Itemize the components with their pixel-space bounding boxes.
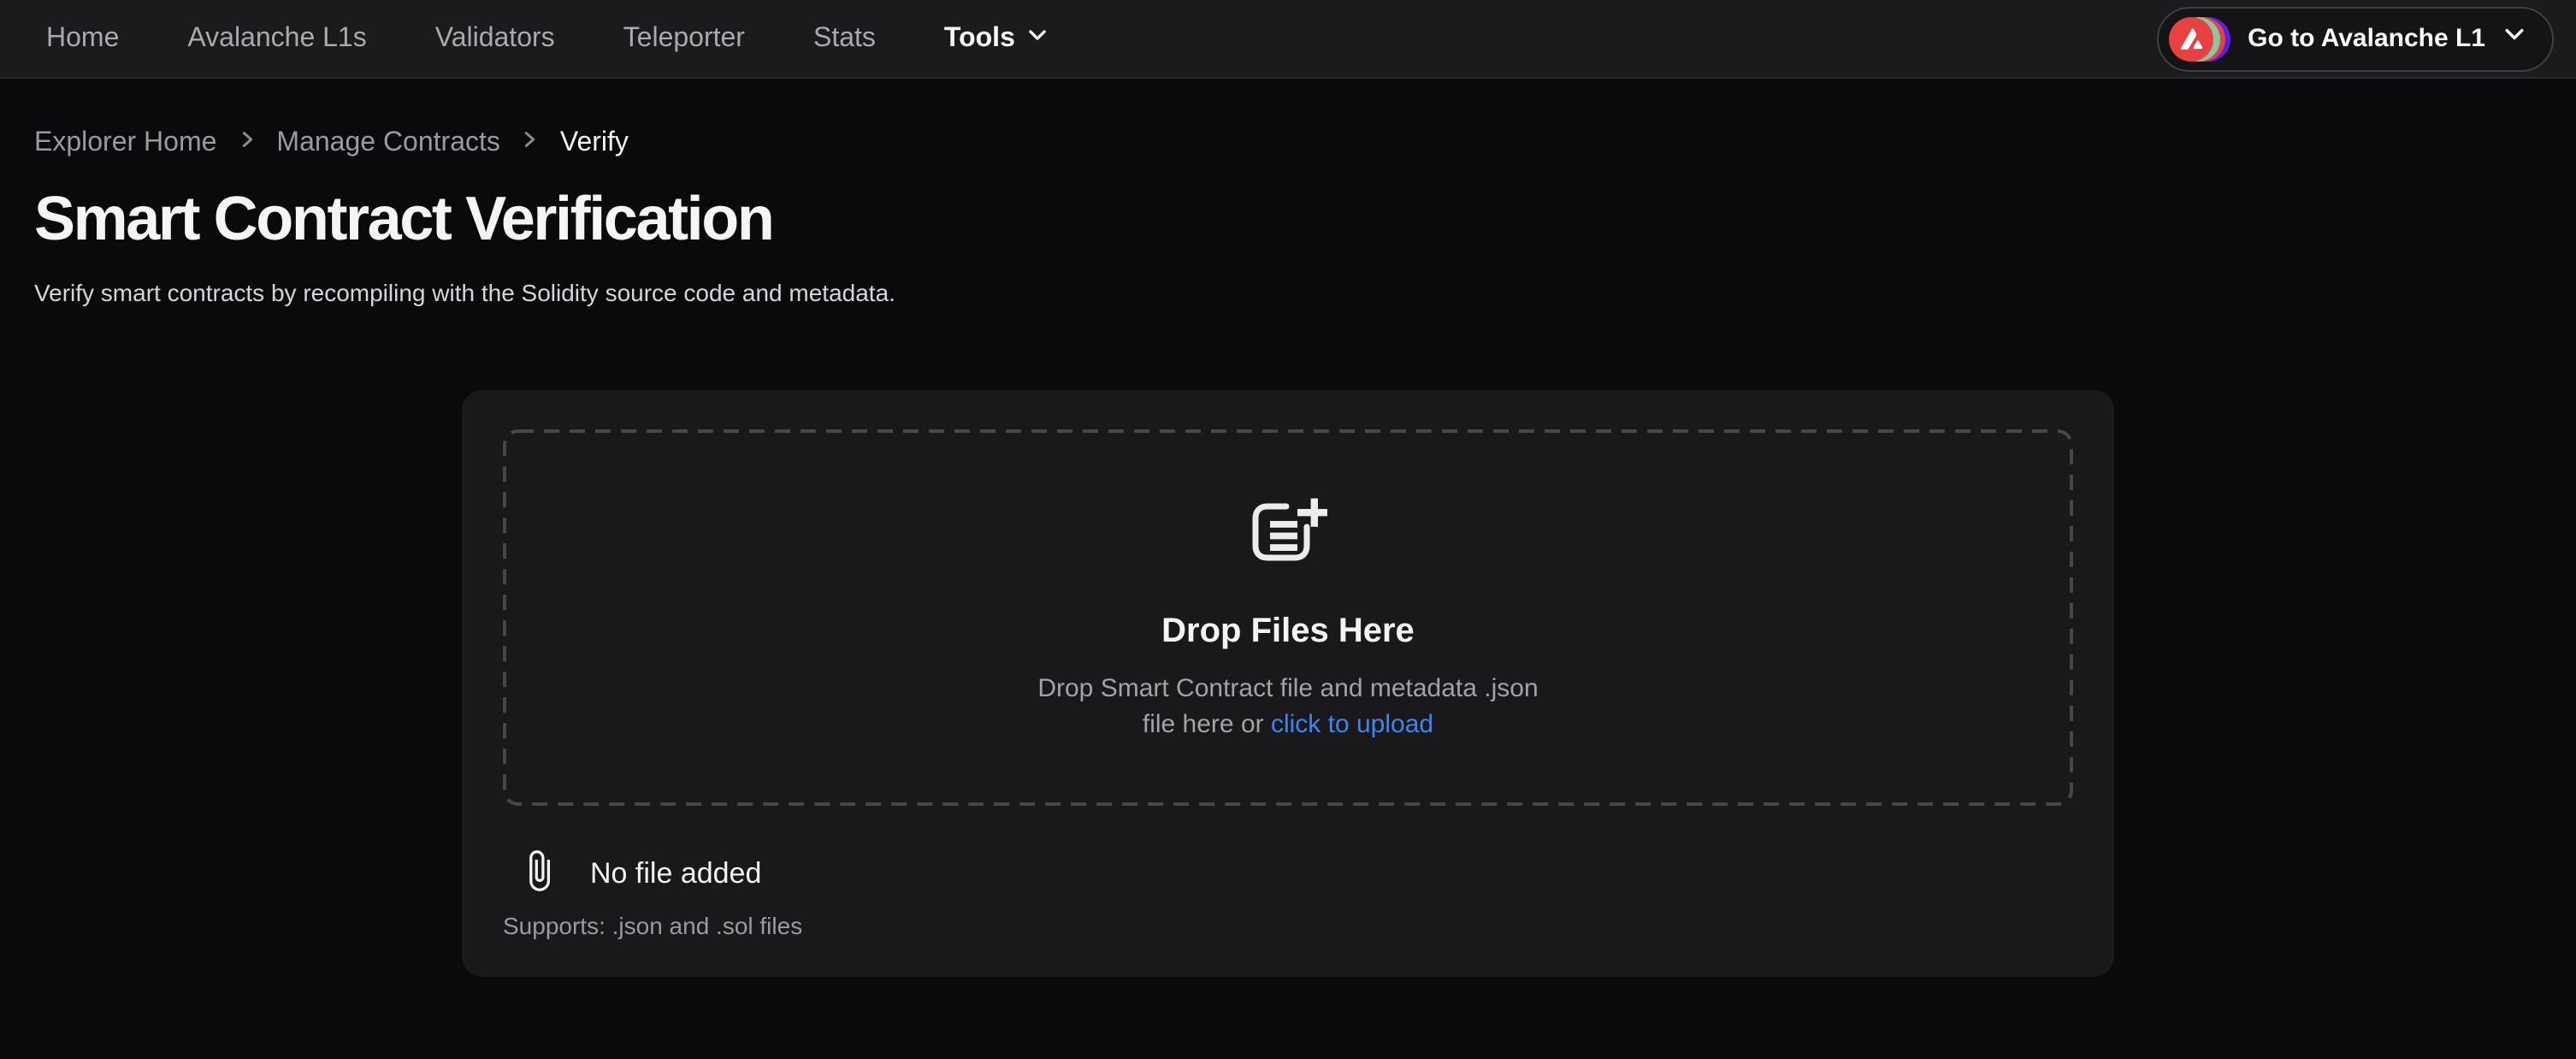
page: Home Avalanche L1s Validators Teleporter… bbox=[0, 0, 2576, 1059]
page-header: Explorer Home Manage Contracts Verify Sm… bbox=[0, 128, 2576, 310]
chevron-down-icon bbox=[2502, 22, 2526, 55]
chevron-right-icon bbox=[235, 128, 257, 159]
supported-file-types: Supports: .json and .sol files bbox=[503, 910, 2073, 943]
nav-item-validators[interactable]: Validators bbox=[435, 23, 555, 54]
chevron-right-icon bbox=[519, 128, 541, 159]
breadcrumb: Explorer Home Manage Contracts Verify bbox=[34, 128, 2542, 159]
go-to-avalanche-l1-button[interactable]: Go to Avalanche L1 bbox=[2157, 6, 2554, 71]
go-to-avalanche-l1-label: Go to Avalanche L1 bbox=[2248, 24, 2485, 53]
nav-item-tools[interactable]: Tools bbox=[944, 23, 1049, 54]
breadcrumb-explorer-home[interactable]: Explorer Home bbox=[34, 128, 216, 159]
breadcrumb-manage-contracts[interactable]: Manage Contracts bbox=[276, 128, 499, 159]
avalanche-mark-icon bbox=[2169, 16, 2213, 61]
paperclip-icon bbox=[517, 848, 561, 901]
nav-item-avalanche-l1s[interactable]: Avalanche L1s bbox=[187, 23, 366, 54]
nav-tools-label: Tools bbox=[944, 23, 1015, 54]
chevron-down-icon bbox=[1027, 23, 1049, 54]
file-status-row: No file added bbox=[503, 852, 2073, 896]
file-dropzone[interactable]: Drop Files Here Drop Smart Contract file… bbox=[503, 429, 2073, 806]
page-title: Smart Contract Verification bbox=[34, 181, 2542, 257]
nav-item-home[interactable]: Home bbox=[46, 23, 119, 54]
nav-item-teleporter[interactable]: Teleporter bbox=[623, 23, 745, 54]
dashed-border bbox=[503, 429, 2073, 806]
avalanche-logo bbox=[2169, 16, 2230, 61]
top-nav: Home Avalanche L1s Validators Teleporter… bbox=[0, 0, 2576, 79]
breadcrumb-verify: Verify bbox=[560, 128, 629, 159]
nav-item-stats[interactable]: Stats bbox=[813, 23, 876, 54]
nav-links: Home Avalanche L1s Validators Teleporter… bbox=[46, 23, 1049, 54]
upload-card: Drop Files Here Drop Smart Contract file… bbox=[462, 390, 2114, 977]
page-subtitle: Verify smart contracts by recompiling wi… bbox=[34, 275, 2542, 310]
file-status-label: No file added bbox=[590, 857, 761, 891]
